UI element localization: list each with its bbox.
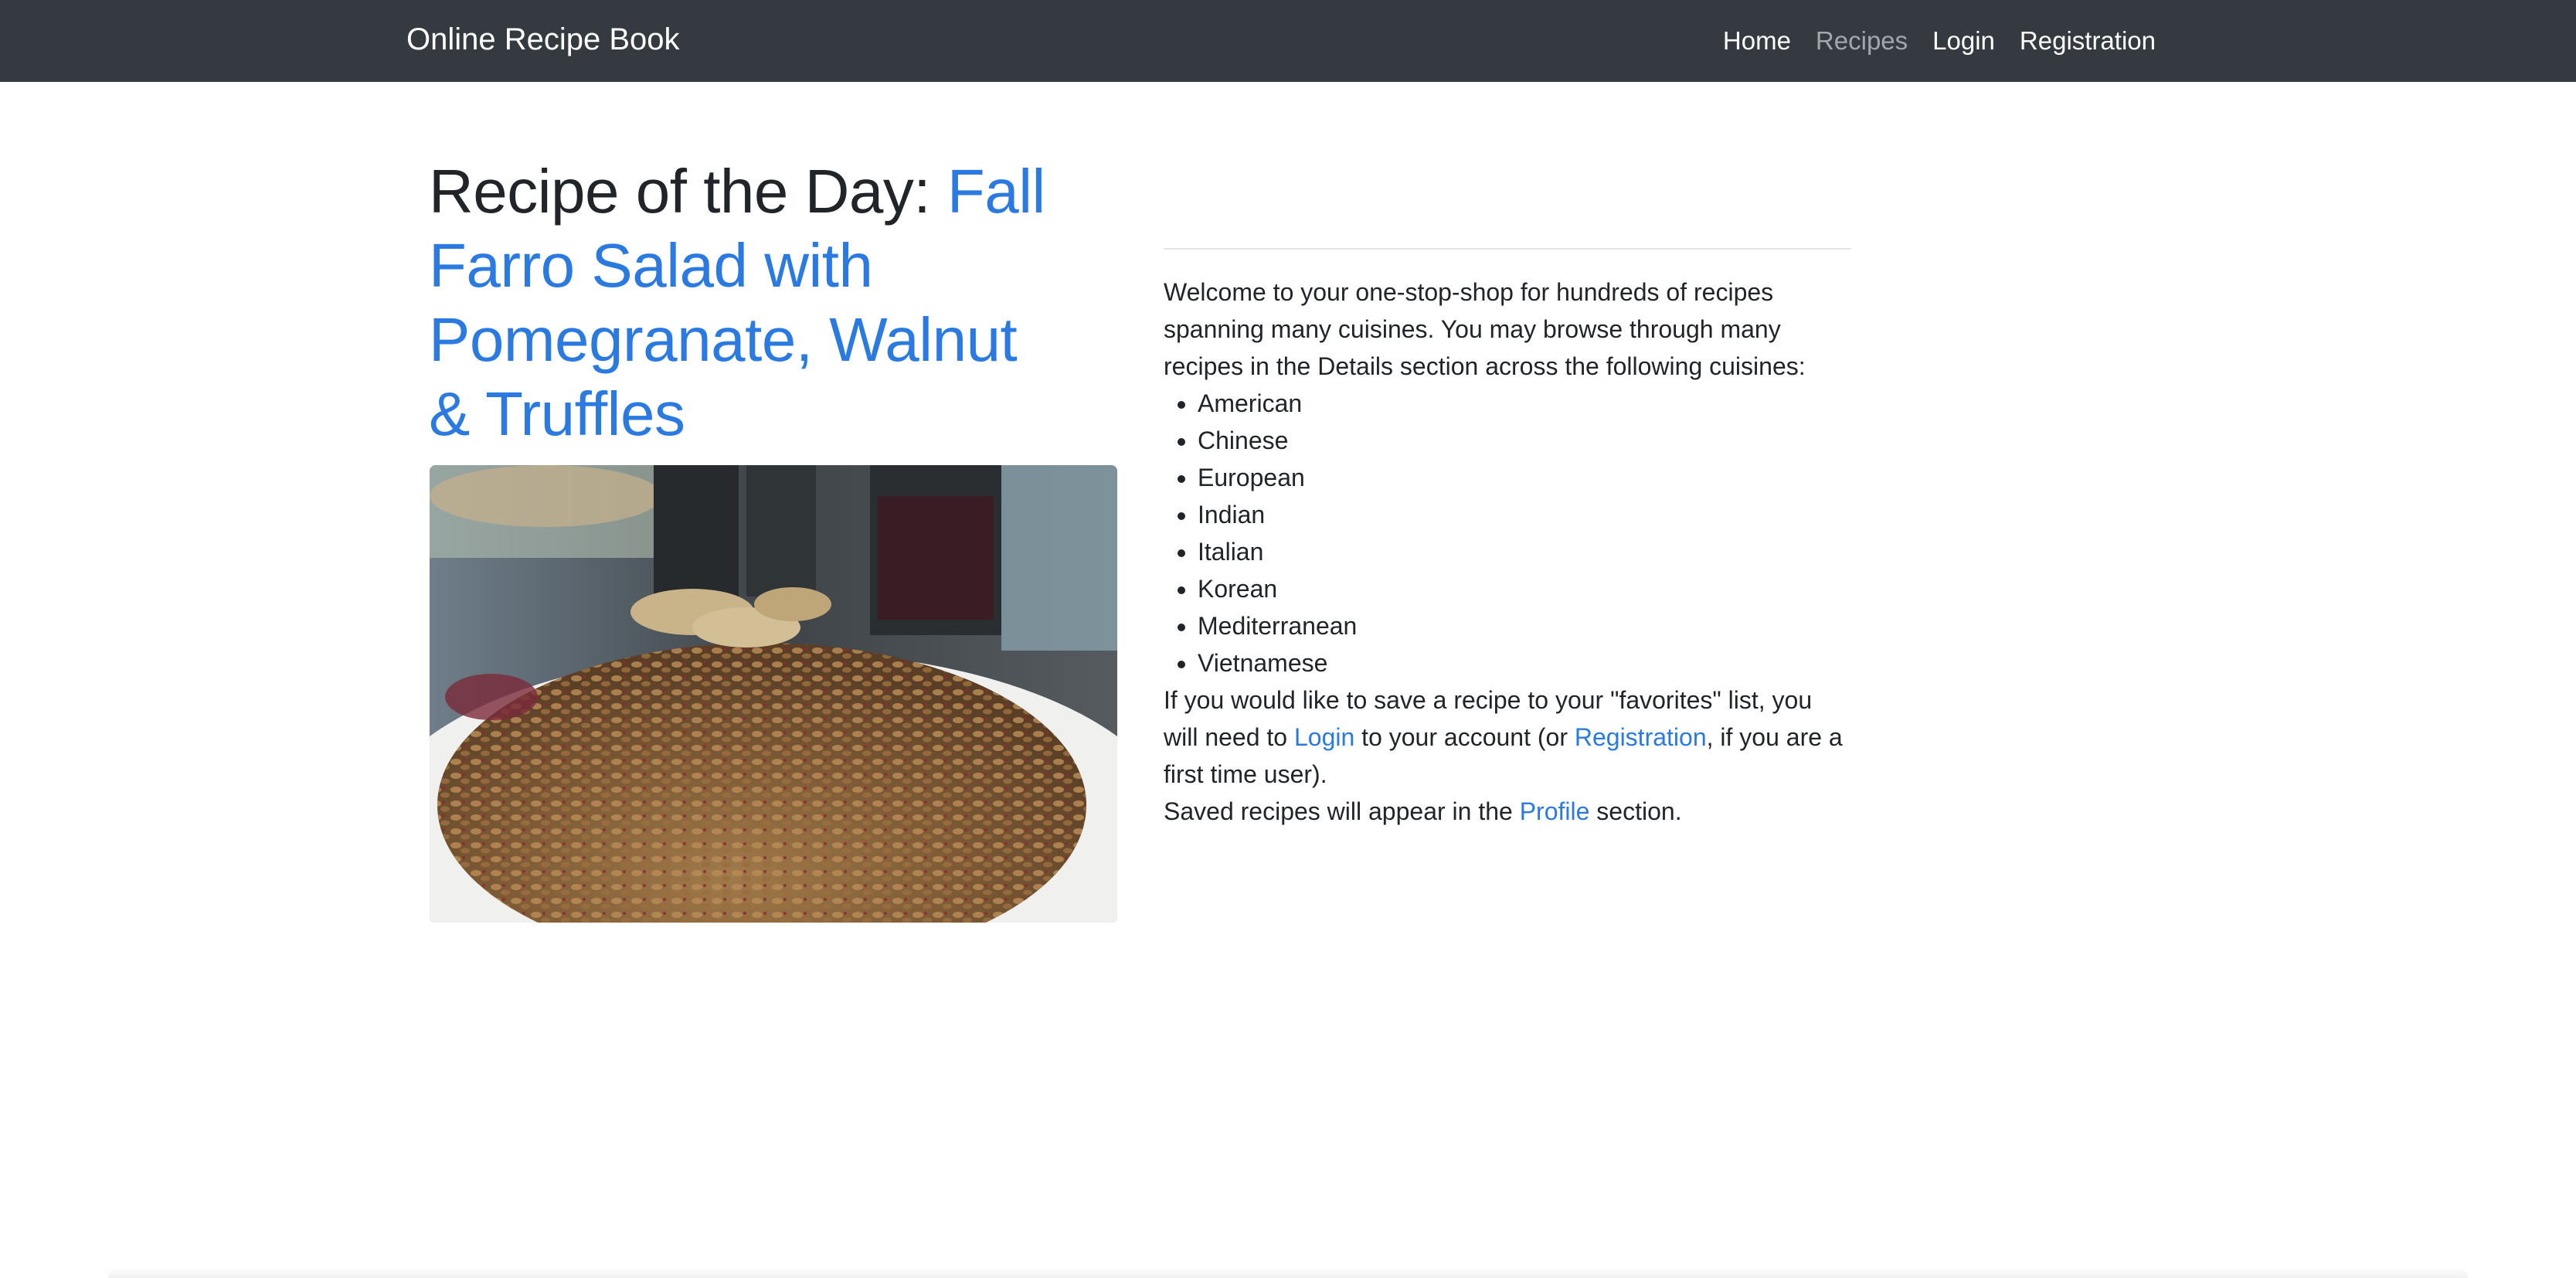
cuisine-item: Indian bbox=[1198, 496, 1851, 533]
nav-links: Home Recipes Login Registration bbox=[1723, 0, 2156, 82]
top-navbar: Online Recipe Book Home Recipes Login Re… bbox=[0, 0, 2576, 82]
navbar-brand[interactable]: Online Recipe Book bbox=[406, 0, 680, 82]
saved-text-part1: Saved recipes will appear in the bbox=[1164, 797, 1520, 825]
registration-link[interactable]: Registration bbox=[1575, 723, 1707, 751]
recipe-image[interactable] bbox=[430, 465, 1117, 923]
profile-link[interactable]: Profile bbox=[1520, 797, 1590, 825]
content-divider bbox=[1164, 248, 1851, 250]
cuisine-item: Korean bbox=[1198, 570, 1851, 607]
favorites-text-part2: to your account (or bbox=[1354, 723, 1575, 751]
cuisine-item: Italian bbox=[1198, 533, 1851, 570]
cuisine-list: American Chinese European Indian Italian… bbox=[1164, 385, 1851, 681]
welcome-text: Welcome to your one-stop-shop for hundre… bbox=[1164, 278, 1806, 380]
cuisine-item: European bbox=[1198, 459, 1851, 496]
cuisine-item: Mediterranean bbox=[1198, 607, 1851, 644]
cuisine-item: Chinese bbox=[1198, 422, 1851, 459]
cuisine-item: Vietnamese bbox=[1198, 644, 1851, 681]
nav-link-home[interactable]: Home bbox=[1723, 26, 1791, 56]
cuisine-item: American bbox=[1198, 385, 1851, 422]
recipe-of-day-prefix: Recipe of the Day: bbox=[429, 157, 947, 226]
saved-recipes-text: Saved recipes will appear in the Profile… bbox=[1164, 793, 1851, 830]
intro-content: Welcome to your one-stop-shop for hundre… bbox=[1164, 274, 1851, 830]
farro-salad-photo bbox=[430, 465, 1117, 923]
favorites-text: If you would like to save a recipe to yo… bbox=[1164, 681, 1851, 793]
recipe-of-day-heading: Recipe of the Day: Fall Farro Salad with… bbox=[429, 155, 1047, 451]
saved-text-part2: section. bbox=[1589, 797, 1682, 825]
nav-link-registration[interactable]: Registration bbox=[2020, 26, 2156, 56]
nav-link-login[interactable]: Login bbox=[1932, 26, 1995, 56]
footer-edge bbox=[108, 1267, 2468, 1278]
login-link[interactable]: Login bbox=[1294, 723, 1354, 751]
nav-link-recipes[interactable]: Recipes bbox=[1816, 26, 1908, 56]
